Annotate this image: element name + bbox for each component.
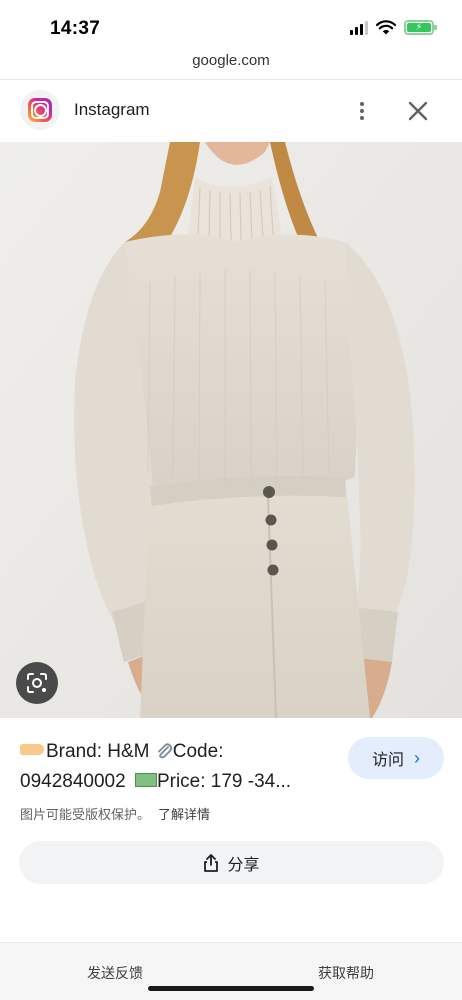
url-bar[interactable]: google.com <box>0 52 462 80</box>
more-vertical-icon[interactable] <box>352 98 372 124</box>
share-button[interactable]: 分享 <box>19 841 444 884</box>
share-label: 分享 <box>227 856 260 874</box>
product-image[interactable] <box>0 142 462 718</box>
copyright-text: 图片可能受版权保护。 <box>20 807 151 822</box>
status-bar: 14:37 ⚡ <box>0 0 462 52</box>
result-header: Instagram <box>0 80 462 142</box>
result-description[interactable]: Brand: H&M Code: 0942840002 Price: 179 -3… <box>20 737 330 797</box>
source-title: Instagram <box>74 100 150 119</box>
instagram-icon <box>20 90 60 130</box>
wifi-icon <box>376 20 396 35</box>
product-photo-illustration <box>0 142 462 718</box>
battery-icon: ⚡ <box>404 20 437 35</box>
code-value: 0942840002 <box>20 771 131 792</box>
chevron-right-icon: › <box>414 747 420 768</box>
close-icon[interactable] <box>405 98 431 124</box>
visit-button[interactable]: 访问 › <box>348 737 444 779</box>
brand-text: Brand: H&M <box>46 741 155 762</box>
footer: 发送反馈 获取帮助 <box>0 942 462 1000</box>
share-icon <box>204 853 219 872</box>
signal-icon <box>350 20 368 35</box>
copyright-notice: 图片可能受版权保护。 了解详情 <box>20 804 210 823</box>
status-time: 14:37 <box>50 18 101 39</box>
price-text: Price: 179 -34... <box>156 771 292 792</box>
send-feedback-link[interactable]: 发送反馈 <box>87 963 143 983</box>
google-lens-icon <box>27 673 47 693</box>
home-indicator[interactable] <box>148 986 314 991</box>
code-label: Code: <box>172 741 224 762</box>
visit-label: 访问 <box>371 752 404 769</box>
learn-more-link[interactable]: 了解详情 <box>158 807 210 822</box>
paperclip-emoji-icon <box>157 743 172 759</box>
get-help-link[interactable]: 获取帮助 <box>318 963 374 983</box>
url-text: google.com <box>192 52 270 69</box>
tag-emoji-icon <box>20 744 44 756</box>
google-lens-button[interactable] <box>16 662 58 704</box>
money-emoji-icon <box>134 772 157 787</box>
status-icons: ⚡ <box>350 20 437 35</box>
